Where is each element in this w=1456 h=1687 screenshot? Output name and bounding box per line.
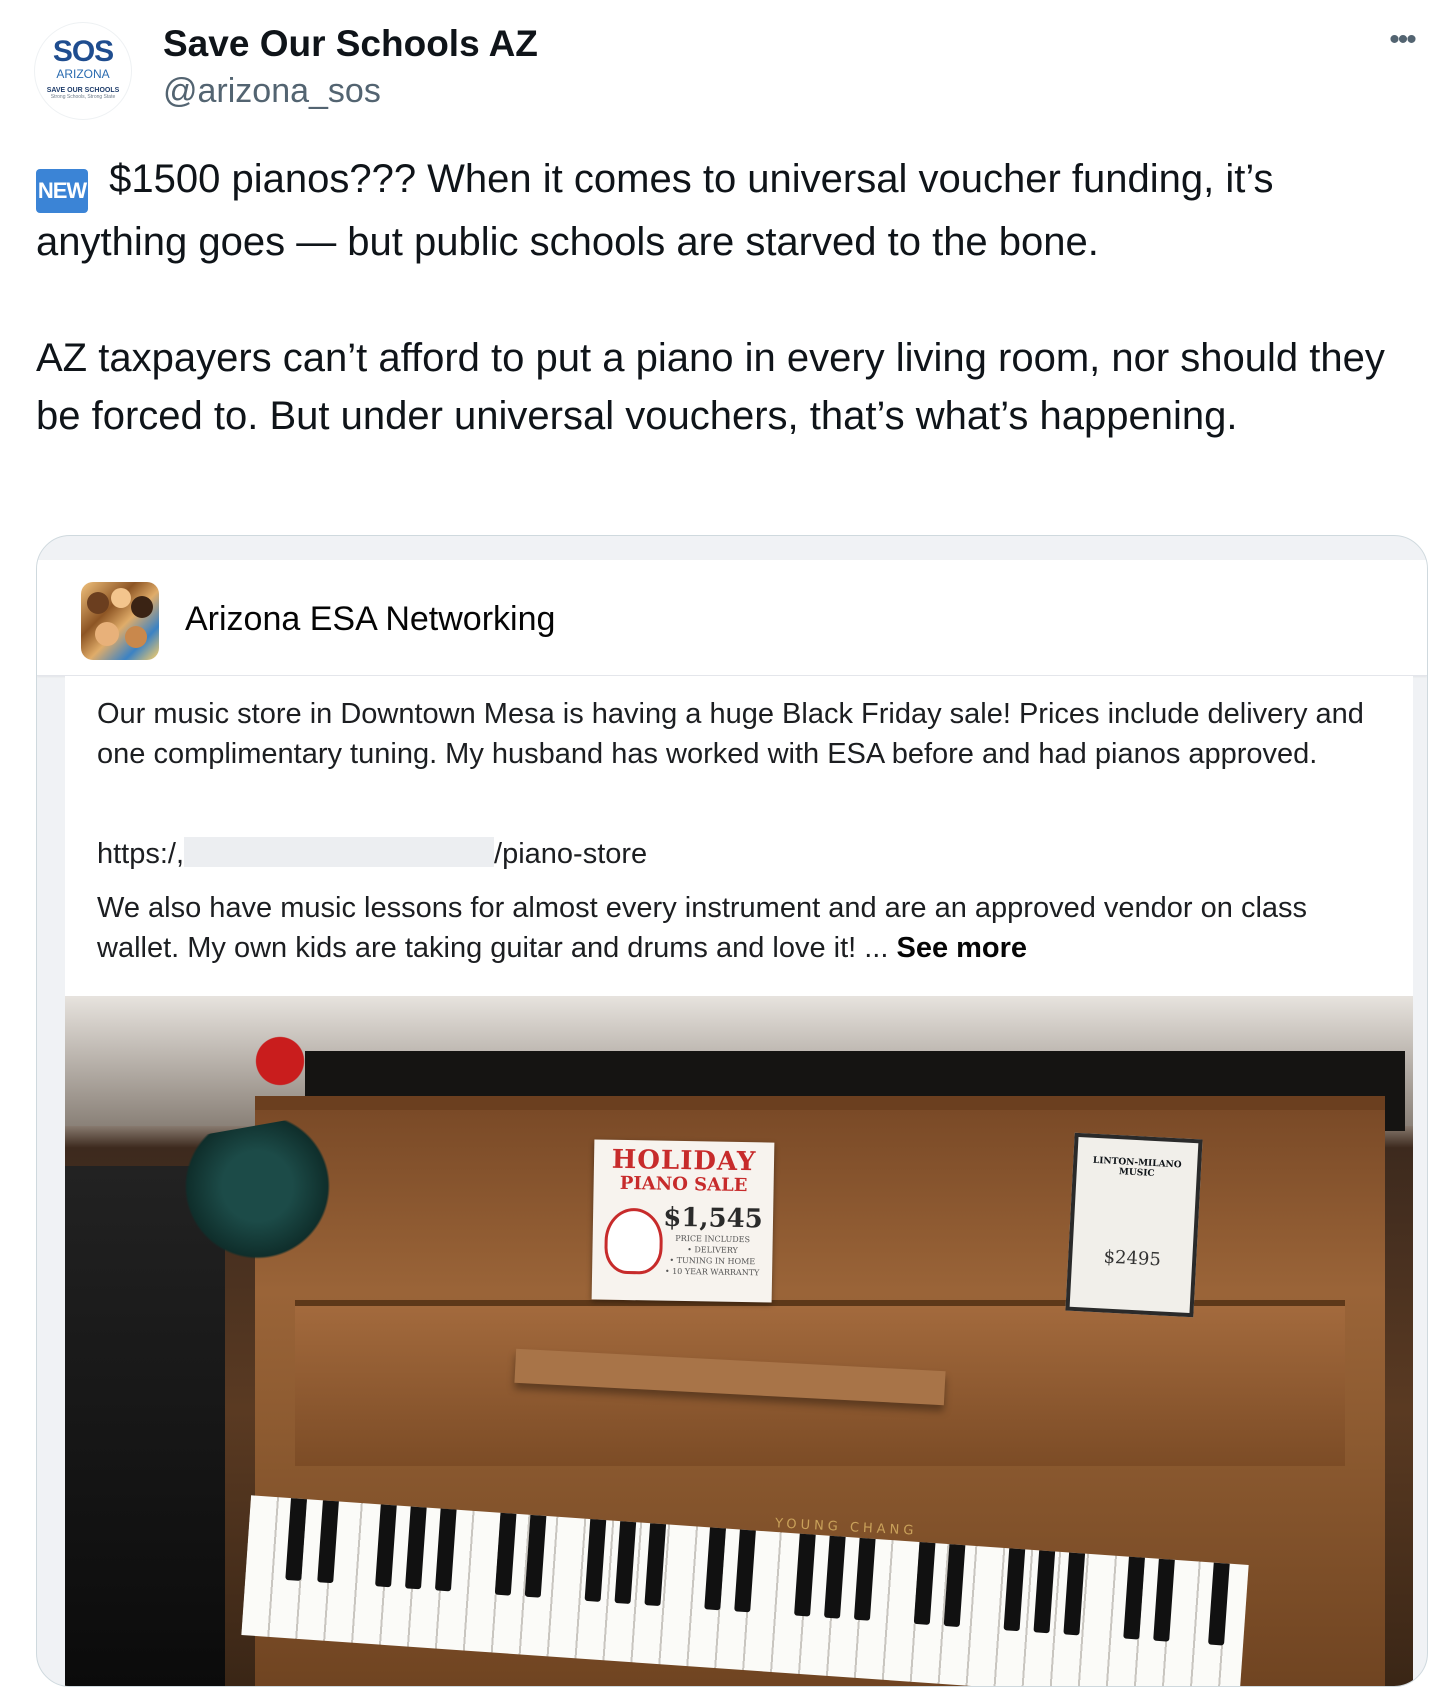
more-options-icon[interactable]: •••: [1378, 20, 1426, 60]
avatar-subline: Strong Schools, Strong State: [50, 94, 116, 100]
post-paragraph-1: Our music store in Downtown Mesa is havi…: [97, 698, 1364, 770]
green-bow: [173, 1114, 347, 1288]
author-name[interactable]: Save Our Schools AZ: [163, 22, 538, 66]
embedded-image-card[interactable]: Arizona ESA Networking Our music store i…: [36, 535, 1428, 1687]
tweet-avatar[interactable]: SOS ARIZONA SAVE OUR SCHOOLS Strong Scho…: [34, 22, 132, 120]
author-handle[interactable]: @arizona_sos: [163, 70, 381, 112]
piano-keys: [241, 1495, 1249, 1686]
new-badge-icon: NEW: [36, 169, 88, 213]
group-avatar[interactable]: [81, 582, 159, 660]
group-name[interactable]: Arizona ESA Networking: [185, 598, 555, 640]
redacted-block: [184, 837, 495, 867]
avatar-state: ARIZONA: [56, 67, 110, 81]
group-header: Arizona ESA Networking: [37, 560, 1427, 676]
avatar-tagline: SAVE OUR SCHOOLS: [46, 87, 120, 94]
sign-line-2: PIANO SALE: [619, 1172, 748, 1197]
santa-icon: [604, 1207, 664, 1275]
sign-line-1: HOLIDAY: [611, 1144, 757, 1178]
red-bow: [245, 1036, 315, 1086]
upright-piano: YOUNG CHANG: [241, 1096, 1385, 1686]
piano-photo[interactable]: YOUNG CHANG HOLIDAY PIANO SALE $1,545 PR…: [65, 996, 1413, 1686]
tweet-text: NEW $1500 pianos??? When it comes to uni…: [36, 150, 1426, 445]
link-suffix: /piano-store: [494, 838, 648, 870]
sale-sign: HOLIDAY PIANO SALE $1,545 PRICE INCLUDES…: [591, 1139, 775, 1303]
tag-brand: LINTON-MILANO MUSIC: [1092, 1155, 1182, 1179]
see-more-link[interactable]: See more: [896, 932, 1027, 964]
post-body: Our music store in Downtown Mesa is havi…: [65, 676, 1413, 996]
tag-price: $2495: [1103, 1246, 1162, 1271]
post-link[interactable]: https:/, /piano-store: [97, 834, 1397, 874]
post-paragraph-2-text: We also have music lessons for almost ev…: [97, 892, 1308, 964]
tweet-body: $1500 pianos??? When it comes to univers…: [36, 157, 1385, 438]
price-tag: LINTON-MILANO MUSIC $2495: [1065, 1132, 1203, 1318]
link-prefix: https:/,: [97, 838, 185, 870]
post-paragraph-2: We also have music lessons for almost ev…: [97, 888, 1397, 968]
avatar-logo: SOS: [52, 35, 114, 68]
